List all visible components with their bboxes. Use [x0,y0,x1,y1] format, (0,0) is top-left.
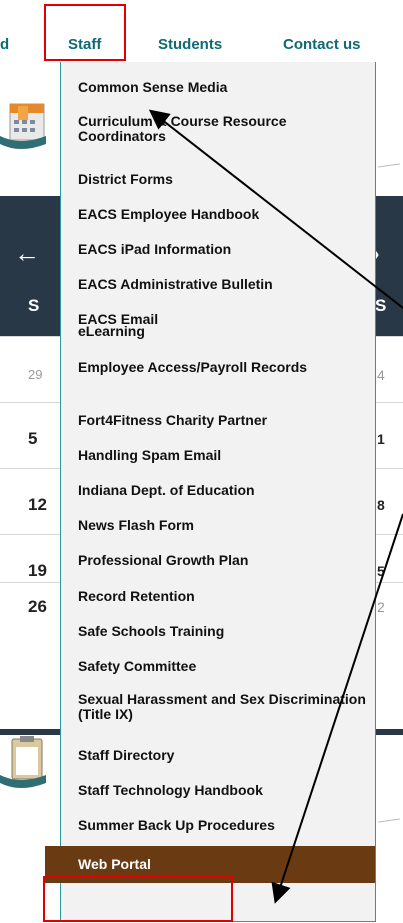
calendar-day[interactable]: 4 [377,367,385,383]
calendar-day[interactable]: 5 [28,429,37,449]
calendar-day[interactable]: 26 [28,597,47,617]
calendar-day[interactable]: 29 [28,367,42,382]
menu-item-employee-access-payroll[interactable]: Employee Access/Payroll Records [78,360,368,375]
top-navigation: d Staff Students Contact us [0,0,403,62]
menu-item-staff-technology-handbook[interactable]: Staff Technology Handbook [78,783,368,798]
calendar-weekday-label: S [28,296,40,315]
calendar-weekday-label-right: S [375,296,387,315]
menu-item-summer-back-up[interactable]: Summer Back Up Procedures [78,818,368,833]
menu-item-elearning-label[interactable]: eLearning [78,324,368,339]
calendar-prev-arrow-icon[interactable]: ← [14,238,40,269]
calendar-day[interactable]: 19 [28,561,47,581]
decorative-line [378,818,400,823]
decorative-line [378,163,400,168]
menu-item-fort4fitness[interactable]: Fort4Fitness Charity Partner [78,413,368,428]
web-portal-highlight-box [43,876,233,922]
menu-item-record-retention[interactable]: Record Retention [78,589,368,604]
calendar-day[interactable]: 8 [377,497,385,513]
calendar-day[interactable]: 5 [377,563,385,579]
nav-item-partial[interactable]: d [0,36,9,53]
calendar-day[interactable]: 12 [28,495,47,515]
menu-item-common-sense-media[interactable]: Common Sense Media [78,80,368,95]
staff-dropdown-menu: Common Sense Media Curriculum & Course R… [45,62,376,922]
menu-item-administrative-bulletin[interactable]: EACS Administrative Bulletin [78,277,368,292]
menu-item-news-flash-form[interactable]: News Flash Form [78,518,368,533]
menu-item-professional-growth-plan[interactable]: Professional Growth Plan [78,553,368,568]
nav-item-contact-us[interactable]: Contact us [283,36,361,53]
calendar-day[interactable]: 1 [377,431,385,447]
menu-item-handling-spam-email[interactable]: Handling Spam Email [78,448,368,463]
staff-highlight-box [44,4,126,61]
menu-item-ipad-information[interactable]: EACS iPad Information [78,242,368,257]
calendar-icon [0,100,46,152]
menu-item-safety-committee[interactable]: Safety Committee [78,659,368,674]
calendar-day[interactable]: 2 [377,599,385,615]
menu-item-curriculum-coordinators[interactable]: Curriculum & Course Resource Coordinator… [78,114,368,144]
nav-item-students[interactable]: Students [158,36,222,53]
menu-item-indiana-dept-education[interactable]: Indiana Dept. of Education [78,483,368,498]
menu-item-district-forms[interactable]: District Forms [78,172,368,187]
menu-item-safe-schools-training[interactable]: Safe Schools Training [78,624,368,639]
menu-item-web-portal-label: Web Portal [78,856,151,872]
menu-item-staff-directory[interactable]: Staff Directory [78,748,368,763]
menu-item-employee-handbook[interactable]: EACS Employee Handbook [78,207,368,222]
menu-item-title-ix[interactable]: Sexual Harassment and Sex Discrimination… [78,692,368,722]
clipboard-icon [0,735,46,788]
